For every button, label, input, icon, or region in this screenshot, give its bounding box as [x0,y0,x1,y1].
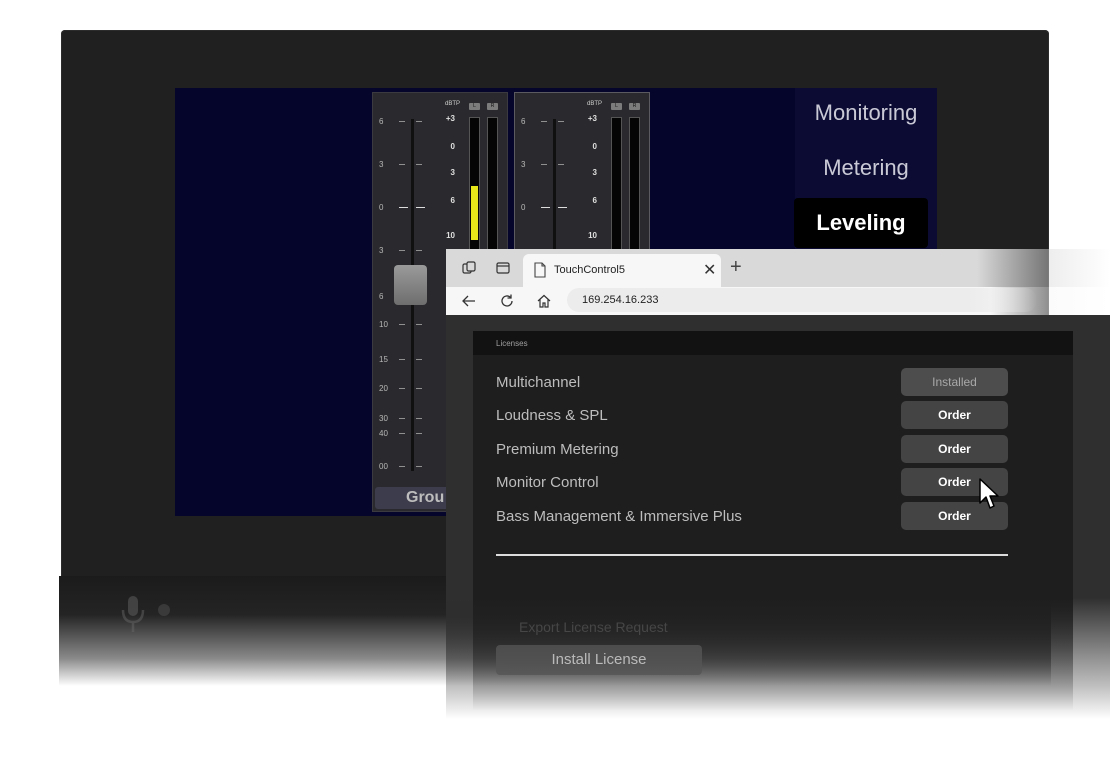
fader-scale-label: 00 [379,462,388,471]
scale-tick [558,121,564,122]
nav-item-metering[interactable]: Metering [795,155,937,181]
meter-channel-label: L [611,103,622,110]
export-license-request-link[interactable]: Export License Request [519,619,668,635]
scale-tick [416,418,422,419]
document-icon [534,262,546,278]
scale-tick [558,164,564,165]
install-license-button[interactable]: Install License [496,645,702,675]
tab-title: TouchControl5 [554,264,625,276]
meter-scale-label: 10 [588,231,597,240]
meter-scale-label: 3 [450,168,455,177]
license-name: Monitor Control [496,474,599,491]
fader-scale-label: 40 [379,429,388,438]
url-text: 169.254.16.233 [582,294,659,306]
license-row: Monitor Control Order [496,468,1008,496]
fader-scale-label: 3 [379,246,384,255]
scale-tick [399,207,408,208]
fader-scale-label: 6 [379,117,384,126]
meter-channel-label: R [487,103,498,110]
meter-scale-label: 0 [450,142,455,151]
meter-scale-label: 10 [446,231,455,240]
refresh-icon[interactable] [499,293,515,309]
fader-scale-label: 15 [379,355,388,364]
scale-tick [541,207,550,208]
fader-knob[interactable] [394,265,427,305]
meter-channel-label: L [469,103,480,110]
divider [496,554,1008,556]
fader-scale-label: 3 [521,160,526,169]
license-row: Premium Metering Order [496,435,1008,463]
fader-scale-label: 6 [521,117,526,126]
license-row: Bass Management & Immersive Plus Order [496,502,1008,530]
back-arrow-icon[interactable] [461,293,477,309]
workspaces-icon[interactable] [461,260,477,276]
nav-item-monitoring[interactable]: Monitoring [795,100,937,126]
fader-scale-label: 30 [379,414,388,423]
navigation-bar: 169.254.16.233 [446,287,1110,315]
scale-tick [399,466,405,467]
license-row: Multichannel Installed [496,368,1008,396]
license-name: Loudness & SPL [496,407,608,424]
scale-tick [416,466,422,467]
meter-scale-label: 6 [592,196,597,205]
meter-scale-label: +3 [445,114,455,123]
scale-tick [399,433,405,434]
license-name: Premium Metering [496,441,619,458]
scale-tick [416,359,422,360]
fader-scale-label: 3 [379,160,384,169]
scale-tick [541,164,547,165]
meter-unit-label: dBTP [587,101,603,107]
sensor-dot [158,604,170,616]
scale-tick [399,359,405,360]
scale-tick [416,164,422,165]
meter-scale-label: +3 [587,114,597,123]
fader-scale-label: 20 [379,384,388,393]
close-tab-icon[interactable]: ✕ [703,260,716,280]
scale-tick [399,250,405,251]
scale-tick [416,433,422,434]
meter-level-fill [471,186,478,240]
tab-bar: TouchControl5 ✕ + [446,249,1110,287]
licenses-panel: Licenses Multichannel Installed Loudness… [473,331,1073,711]
microphone-icon [121,596,145,632]
meter-scale-label: 6 [450,196,455,205]
fader-scale-label: 10 [379,320,388,329]
page-content: Licenses Multichannel Installed Loudness… [446,315,1110,719]
meter-scale-label: 0 [592,142,597,151]
scale-tick [416,388,422,389]
mouse-cursor-icon [979,478,999,509]
order-button[interactable]: Order [901,401,1008,429]
scale-tick [399,121,405,122]
scale-tick [399,388,405,389]
browser-tab[interactable]: TouchControl5 ✕ [523,254,721,287]
fader-scale-label: 0 [379,203,384,212]
license-name: Multichannel [496,374,581,391]
scale-tick [399,164,405,165]
meter-unit-label: dBTP [445,101,461,107]
meter-scale-label: 3 [592,168,597,177]
nav-item-leveling[interactable]: Leveling [794,198,928,248]
scale-tick [558,207,567,208]
scale-tick [399,418,405,419]
address-bar[interactable]: 169.254.16.233 [567,288,1037,312]
tab-actions-icon[interactable] [495,260,511,276]
fader-scale-label: 6 [379,292,384,301]
licenses-header: Licenses [473,331,1073,355]
scale-tick [416,207,425,208]
new-tab-icon[interactable]: + [730,256,742,279]
scale-tick [399,324,405,325]
home-icon[interactable] [536,293,552,309]
scale-tick [416,250,422,251]
order-button[interactable]: Order [901,435,1008,463]
scale-tick [416,121,422,122]
license-name: Bass Management & Immersive Plus [496,508,742,525]
fader-scale-label: 0 [521,203,526,212]
installed-button[interactable]: Installed [901,368,1008,396]
license-row: Loudness & SPL Order [496,401,1008,429]
browser-window: TouchControl5 ✕ + 169.254.16.233 License… [446,249,1110,719]
scale-tick [541,121,547,122]
meter-channel-label: R [629,103,640,110]
scale-tick [416,324,422,325]
section-title: Licenses [496,339,528,348]
